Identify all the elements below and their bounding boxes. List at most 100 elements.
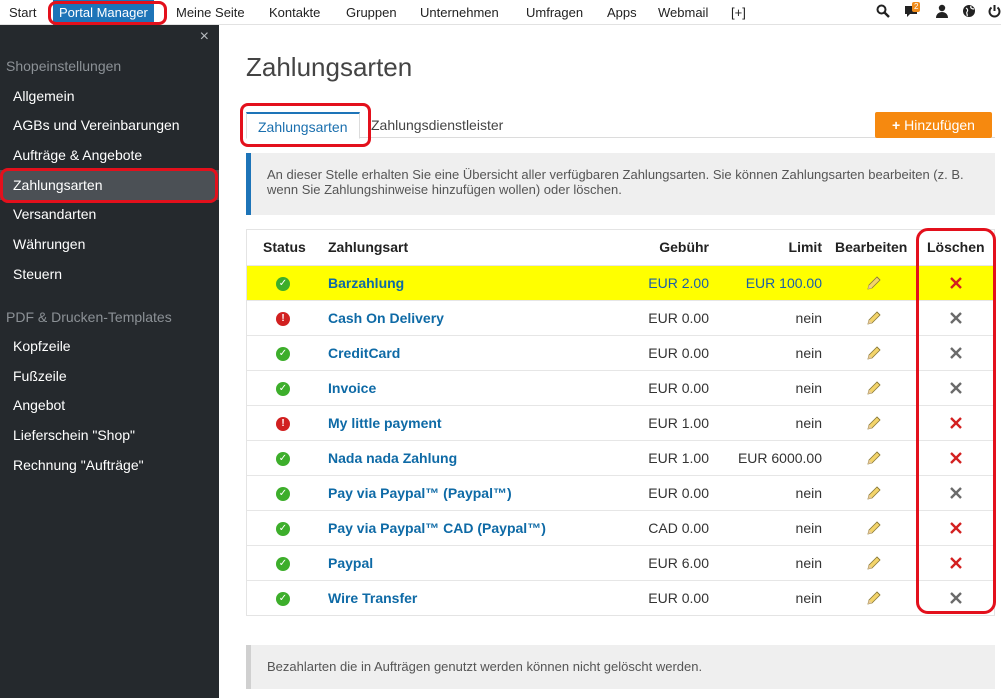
nav-unternehmen[interactable]: Unternehmen	[420, 0, 499, 25]
delete-icon[interactable]	[949, 406, 965, 440]
delete-icon[interactable]	[949, 441, 965, 475]
edit-pencil-icon[interactable]	[865, 581, 883, 615]
sidebar-item-auftraege[interactable]: Aufträge & Angebote	[0, 140, 219, 170]
delete-icon[interactable]	[949, 336, 965, 370]
fee-value: EUR 1.00	[648, 415, 709, 431]
payment-method-link[interactable]: Barzahlung	[328, 266, 404, 300]
add-button-label: Hinzufügen	[904, 117, 975, 133]
fee-value: EUR 0.00	[648, 485, 709, 501]
edit-pencil-icon[interactable]	[865, 301, 883, 335]
delete-icon[interactable]	[949, 371, 965, 405]
delete-icon[interactable]	[949, 476, 965, 510]
page-title: Zahlungsarten	[246, 52, 413, 82]
fee-value: EUR 0.00	[648, 590, 709, 606]
edit-pencil-icon[interactable]	[865, 441, 883, 475]
sidebar-item-lieferschein[interactable]: Lieferschein "Shop"	[0, 420, 219, 450]
limit-value: nein	[795, 310, 822, 326]
fee-value: EUR 1.00	[648, 450, 709, 466]
nav-umfragen[interactable]: Umfragen	[526, 0, 583, 25]
limit-value: nein	[795, 415, 822, 431]
status-ok-icon: ✓	[276, 452, 290, 467]
user-icon[interactable]	[935, 4, 951, 20]
payment-method-link[interactable]: Pay via Paypal™ CAD (Paypal™)	[328, 511, 546, 545]
status-error-icon: !	[276, 417, 290, 432]
add-button[interactable]: + Hinzufügen	[875, 112, 992, 138]
tab-zahlungsarten[interactable]: Zahlungsarten	[246, 112, 360, 139]
top-navigation: Start Portal Manager Meine Seite Kontakt…	[0, 0, 1001, 25]
sidebar-item-waehrungen[interactable]: Währungen	[0, 229, 219, 259]
payment-method-link[interactable]: Invoice	[328, 371, 376, 405]
sidebar-item-versandarten[interactable]: Versandarten	[0, 199, 219, 229]
table-body: ✓ Barzahlung EUR 2.00 EUR 100.00! Cash On De…	[247, 265, 994, 615]
sidebar-item-fusszeile[interactable]: Fußzeile	[0, 361, 219, 391]
payment-methods-table: Status Zahlungsart Gebühr Limit Bearbeit…	[246, 229, 995, 616]
sidebar-item-rechnung[interactable]: Rechnung "Aufträge"	[0, 450, 219, 480]
sidebar-item-allgemein[interactable]: Allgemein	[0, 81, 219, 111]
table-row: ✓ Wire Transfer EUR 0.00 nein	[247, 580, 994, 615]
edit-pencil-icon[interactable]	[865, 266, 883, 300]
limit-value: nein	[795, 485, 822, 501]
table-row: ! Cash On Delivery EUR 0.00 nein	[247, 300, 994, 335]
sidebar-item-zahlungsarten[interactable]: Zahlungsarten	[0, 170, 219, 200]
payment-method-link[interactable]: Nada nada Zahlung	[328, 441, 457, 475]
fee-value: EUR 0.00	[648, 380, 709, 396]
edit-pencil-icon[interactable]	[865, 406, 883, 440]
status-ok-icon: ✓	[276, 487, 290, 502]
nav-add-more[interactable]: [+]	[731, 0, 746, 25]
delete-icon[interactable]	[949, 301, 965, 335]
status-ok-icon: ✓	[276, 347, 290, 362]
edit-pencil-icon[interactable]	[865, 371, 883, 405]
edit-pencil-icon[interactable]	[865, 511, 883, 545]
table-row: ! My little payment EUR 1.00 nein	[247, 405, 994, 440]
header-gebuehr: Gebühr	[659, 239, 709, 255]
delete-icon[interactable]	[949, 546, 965, 580]
limit-value: nein	[795, 590, 822, 606]
payment-method-link[interactable]: CreditCard	[328, 336, 400, 370]
search-icon[interactable]	[876, 4, 892, 20]
nav-start[interactable]: Start	[9, 0, 36, 25]
status-ok-icon: ✓	[276, 592, 290, 607]
delete-icon[interactable]	[949, 511, 965, 545]
nav-webmail[interactable]: Webmail	[658, 0, 708, 25]
nav-portal-manager[interactable]: Portal Manager	[53, 0, 154, 25]
payment-method-link[interactable]: Pay via Paypal™ (Paypal™)	[328, 476, 512, 510]
plus-icon: +	[892, 117, 901, 133]
chat-badge: 2	[912, 2, 921, 12]
delete-icon[interactable]	[949, 581, 965, 615]
sidebar-item-angebot[interactable]: Angebot	[0, 390, 219, 420]
nav-apps[interactable]: Apps	[607, 0, 637, 25]
delete-icon[interactable]	[949, 266, 965, 300]
header-loeschen: Löschen	[927, 239, 985, 255]
fee-value: CAD 0.00	[648, 520, 709, 536]
fee-value: EUR 6.00	[648, 555, 709, 571]
header-limit: Limit	[788, 239, 822, 255]
limit-value: nein	[795, 345, 822, 361]
payment-method-link[interactable]: Cash On Delivery	[328, 301, 444, 335]
tab-zahlungsdienstleister[interactable]: Zahlungsdienstleister	[371, 112, 503, 139]
table-row: ✓ Pay via Paypal™ CAD (Paypal™) CAD 0.00 ne…	[247, 510, 994, 545]
sidebar-item-agbs[interactable]: AGBs und Vereinbarungen	[0, 110, 219, 140]
status-ok-icon: ✓	[276, 557, 290, 572]
table-row: ✓ Paypal EUR 6.00 nein	[247, 545, 994, 580]
table-row: ✓ Invoice EUR 0.00 nein	[247, 370, 994, 405]
globe-icon[interactable]	[962, 4, 978, 20]
limit-value: nein	[795, 380, 822, 396]
edit-pencil-icon[interactable]	[865, 546, 883, 580]
nav-kontakte[interactable]: Kontakte	[269, 0, 320, 25]
sidebar-item-kopfzeile[interactable]: Kopfzeile	[0, 331, 219, 361]
table-row: ✓ Pay via Paypal™ (Paypal™) EUR 0.00 nein	[247, 475, 994, 510]
payment-method-link[interactable]: My little payment	[328, 406, 442, 440]
payment-method-link[interactable]: Wire Transfer	[328, 581, 417, 615]
sidebar-item-steuern[interactable]: Steuern	[0, 259, 219, 289]
chat-icon[interactable]: 2	[904, 2, 921, 20]
status-ok-icon: ✓	[276, 522, 290, 537]
fee-value: EUR 2.00	[648, 275, 709, 291]
payment-method-link[interactable]: Paypal	[328, 546, 373, 580]
sidebar-close-icon[interactable]: ×	[200, 28, 209, 46]
nav-meine-seite[interactable]: Meine Seite	[176, 0, 245, 25]
nav-gruppen[interactable]: Gruppen	[346, 0, 397, 25]
info-box: An dieser Stelle erhalten Sie eine Übers…	[246, 153, 995, 215]
power-icon[interactable]	[988, 4, 1001, 20]
edit-pencil-icon[interactable]	[865, 476, 883, 510]
edit-pencil-icon[interactable]	[865, 336, 883, 370]
